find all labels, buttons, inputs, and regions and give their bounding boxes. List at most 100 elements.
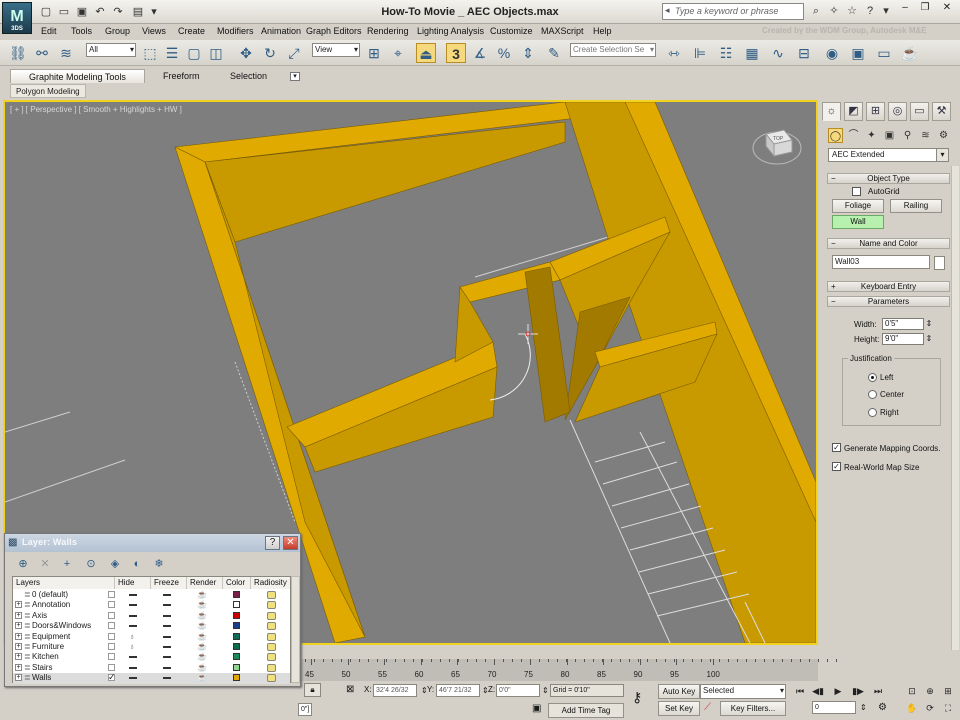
systems-category-icon[interactable]: ⚙ [936,128,951,143]
zoom-extents-all-icon[interactable]: ⊞ [940,684,956,698]
hide-unhide-all-icon[interactable]: ◐ [129,556,145,572]
hide-toggle-dash[interactable] [129,625,137,628]
layer-row[interactable]: + ≣ Walls ✓ ☕ [13,672,290,684]
current-layer-box[interactable] [108,601,115,609]
layer-color-swatch[interactable] [233,601,240,609]
zoom-all-icon[interactable]: ⊕ [922,684,938,698]
application-menu-button[interactable]: M 3DS [2,2,32,34]
select-layer-objects-icon[interactable]: ⊙ [83,556,99,572]
highlight-selected-layer-icon[interactable]: ◈ [107,556,123,572]
autogrid-checkbox[interactable] [852,187,861,196]
menu-lighting-analysis[interactable]: Lighting Analysis [417,26,484,36]
reference-coord-select[interactable]: View [312,43,360,57]
layer-row[interactable]: + ≣ Kitchen ☕ [13,652,290,662]
layer-name[interactable]: Stairs [32,663,117,673]
layer-name[interactable]: 0 (default) [32,590,117,600]
layer-name[interactable]: Doors&Windows [32,621,117,631]
ribbon-tab-graphite[interactable]: Graphite Modeling Tools [10,69,145,83]
freeze-toggle-dash[interactable] [163,635,171,638]
bind-space-warp-icon[interactable]: ≋ [56,43,76,63]
hide-toggle-dash[interactable] [129,614,137,617]
search-input[interactable]: Type a keyword or phrase [662,3,804,20]
command-panel-scrollbar[interactable] [951,166,959,650]
percent-snap-icon[interactable]: % [494,43,514,63]
hide-toggle-dash[interactable] [129,604,137,607]
time-configuration-icon[interactable]: ⚙ [878,702,887,713]
helpers-category-icon[interactable]: ⚲ [900,128,915,143]
layer-color-swatch[interactable] [233,663,240,671]
shapes-category-icon[interactable]: ⌒ [846,128,861,143]
radiosity-icon[interactable] [267,601,276,610]
render-teapot-icon[interactable]: ☕ [197,673,207,683]
create-tab-icon[interactable]: ☼ [822,102,841,121]
display-tab-icon[interactable]: ▭ [910,102,929,121]
width-spinner[interactable]: 0'5" [882,318,934,330]
layer-name[interactable]: Axis [32,611,117,621]
object-type-rollout[interactable]: Object Type [827,173,950,184]
save-file-icon[interactable]: ▣ [74,4,90,19]
edit-named-selection-icon[interactable]: ✎ [544,43,564,63]
key-filters-button[interactable]: Key Filters... [720,701,786,716]
layer-dialog-help-icon[interactable]: ? [265,536,280,550]
justification-center-radio[interactable] [868,390,877,399]
object-name-field[interactable]: Wall03 [832,255,930,269]
freeze-unfreeze-all-icon[interactable]: ❄ [151,556,167,572]
ribbon-panel-polygon-modeling[interactable]: Polygon Modeling [10,84,86,98]
maximize-viewport-icon[interactable]: ⛶ [940,701,956,715]
layer-color-swatch[interactable] [233,591,240,598]
restore-icon[interactable]: ❐ [918,2,932,14]
layer-color-swatch[interactable] [233,674,240,682]
layer-row[interactable]: + ≣ Annotation ☕ [13,600,290,610]
zoom-extents-icon[interactable]: ⊡ [904,684,920,698]
ribbon-options-dropdown-icon[interactable]: ▾ [290,72,300,81]
col-freeze[interactable]: Freeze [151,577,187,589]
mirror-icon[interactable]: ⇿ [664,43,684,63]
cameras-category-icon[interactable]: ▣ [882,128,897,143]
material-editor-icon[interactable]: ◉ [822,43,842,63]
layer-list-scrollbar[interactable] [291,576,300,683]
expand-layer-icon[interactable]: + [15,653,22,661]
create-new-layer-icon[interactable]: ⊕ [15,556,31,572]
height-spinner[interactable]: 9'0" [882,333,934,345]
current-layer-box[interactable] [108,643,115,650]
hide-toggle-dash[interactable] [129,594,137,596]
layer-name[interactable]: Walls [32,673,117,683]
selection-set-dropdown[interactable]: Selected [700,684,786,699]
window-crossing-icon[interactable]: ◫ [206,43,226,63]
rendered-frame-window-icon[interactable]: ▭ [874,43,894,63]
lights-category-icon[interactable]: ✦ [864,128,879,143]
name-and-color-rollout[interactable]: Name and Color [827,238,950,249]
layer-name[interactable]: Furniture [32,642,117,652]
expand-layer-icon[interactable]: + [15,643,22,650]
y-coord-field[interactable]: 46'7 21/32 [436,684,480,697]
keyboard-shortcut-override-icon[interactable]: ⏏ [416,43,436,63]
current-layer-box[interactable] [108,632,115,640]
expand-layer-icon[interactable]: + [15,663,22,671]
menu-graph-editors[interactable]: Graph Editors [306,26,362,36]
orbit-icon[interactable]: ⟳ [922,701,938,715]
layer-name[interactable]: Equipment [32,632,117,642]
space-warps-category-icon[interactable]: ≋ [918,128,933,143]
freeze-toggle-dash[interactable] [163,646,171,648]
move-icon[interactable]: ✥ [236,43,256,63]
lock-selection-icon[interactable]: 🔒︎ [304,683,321,697]
auto-key-button[interactable]: Auto Key [658,684,700,699]
previous-frame-icon[interactable]: ◀▮ [810,684,826,698]
render-setup-icon[interactable]: ▣ [848,43,868,63]
align-icon[interactable]: ⊫ [690,43,710,63]
layer-dialog-close-icon[interactable]: ✕ [283,536,298,550]
pivot-center-icon[interactable]: ⊞ [364,43,384,63]
expand-layer-icon[interactable]: + [15,611,22,619]
ribbon-tab-freeform[interactable]: Freeform [145,69,218,83]
z-coord-field[interactable]: 0'0" [496,684,540,697]
freeze-toggle-dash[interactable] [163,656,171,659]
help-icon[interactable]: ? [862,3,878,20]
select-manipulate-icon[interactable]: ⌖ [388,43,408,63]
col-render[interactable]: Render [187,577,223,589]
layer-color-swatch[interactable] [233,622,240,630]
next-frame-icon[interactable]: ▮▶ [850,684,866,698]
layer-row[interactable]: + ≣ Stairs ☕ [13,663,290,673]
render-teapot-icon[interactable]: ☕ [197,663,207,673]
undo-icon[interactable]: ↶ [92,4,108,19]
freeze-toggle-dash[interactable] [163,677,171,680]
